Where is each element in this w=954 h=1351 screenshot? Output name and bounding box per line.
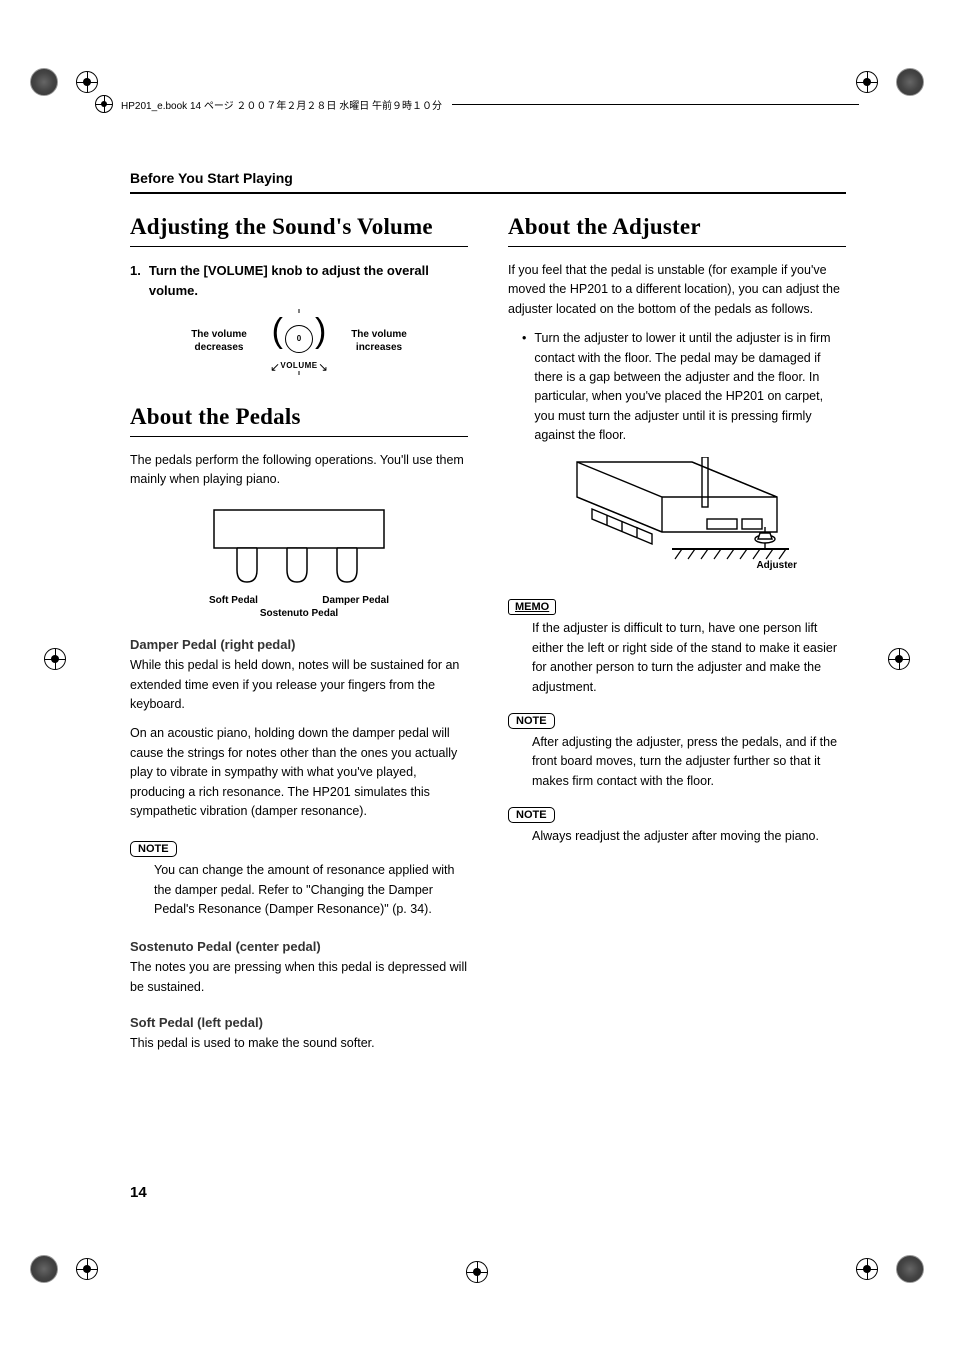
damper-p2: On an acoustic piano, holding down the d… xyxy=(130,724,468,821)
note1-body: After adjusting the adjuster, press the … xyxy=(532,733,846,791)
crop-mark-bottom-right xyxy=(850,1255,924,1283)
registration-icon xyxy=(95,95,113,113)
note2-body: Always readjust the adjuster after movin… xyxy=(532,827,846,846)
step-text: Turn the [VOLUME] knob to adjust the ove… xyxy=(149,261,468,300)
note-badge-1: NOTE xyxy=(508,713,555,729)
step-number: 1. xyxy=(130,261,141,300)
volume-increase-label: The volumeincreases xyxy=(344,329,414,354)
damper-pedal-label: Damper Pedal xyxy=(322,595,389,606)
damper-note: You can change the amount of resonance a… xyxy=(154,861,468,919)
running-head: Before You Start Playing xyxy=(130,170,846,194)
left-column: Adjusting the Sound's Volume 1. Turn the… xyxy=(130,214,468,1064)
adjuster-intro: If you feel that the pedal is unstable (… xyxy=(508,261,846,319)
volume-decrease-label: The volumedecreases xyxy=(184,329,254,354)
volume-knob-figure: The volumedecreases (0) ↙↘ VOLUME The vo… xyxy=(130,314,468,370)
volume-knob-icon: (0) ↙↘ VOLUME xyxy=(264,314,334,370)
crop-mark-bottom-center xyxy=(460,1261,494,1283)
crop-mark-mid-right xyxy=(882,648,916,670)
crop-mark-top-right xyxy=(850,68,924,96)
pedals-intro: The pedals perform the following operati… xyxy=(130,451,468,490)
heading-adjuster: About the Adjuster xyxy=(508,214,846,247)
crop-mark-mid-left xyxy=(38,648,72,670)
note-badge: NOTE xyxy=(130,841,177,857)
crop-mark-bottom-left xyxy=(30,1255,104,1283)
heading-pedals: About the Pedals xyxy=(130,404,468,437)
memo-body: If the adjuster is difficult to turn, ha… xyxy=(532,619,846,697)
soft-heading: Soft Pedal (left pedal) xyxy=(130,1015,468,1030)
print-header-text: HP201_e.book 14 ページ ２００７年２月２８日 水曜日 午前９時１… xyxy=(121,97,442,112)
sostenuto-p: The notes you are pressing when this ped… xyxy=(130,958,468,997)
adjuster-figure: Adjuster xyxy=(508,457,846,571)
damper-p1: While this pedal is held down, notes wil… xyxy=(130,656,468,714)
crop-mark-top-left xyxy=(30,68,104,96)
right-column: About the Adjuster If you feel that the … xyxy=(508,214,846,1064)
damper-heading: Damper Pedal (right pedal) xyxy=(130,637,468,652)
memo-badge: MEMO xyxy=(508,599,556,615)
sostenuto-pedal-label: Sostenuto Pedal xyxy=(130,608,468,619)
heading-volume: Adjusting the Sound's Volume xyxy=(130,214,468,247)
pedal-figure: Soft Pedal Damper Pedal Sostenuto Pedal xyxy=(130,505,468,619)
print-header: HP201_e.book 14 ページ ２００７年２月２８日 水曜日 午前９時１… xyxy=(95,95,859,113)
soft-p: This pedal is used to make the sound sof… xyxy=(130,1034,468,1053)
soft-pedal-label: Soft Pedal xyxy=(209,595,258,606)
page-number: 14 xyxy=(130,1184,147,1201)
sostenuto-heading: Sostenuto Pedal (center pedal) xyxy=(130,939,468,954)
note-badge-2: NOTE xyxy=(508,807,555,823)
step-1: 1. Turn the [VOLUME] knob to adjust the … xyxy=(130,261,468,300)
adjuster-bullet: • Turn the adjuster to lower it until th… xyxy=(522,329,846,445)
